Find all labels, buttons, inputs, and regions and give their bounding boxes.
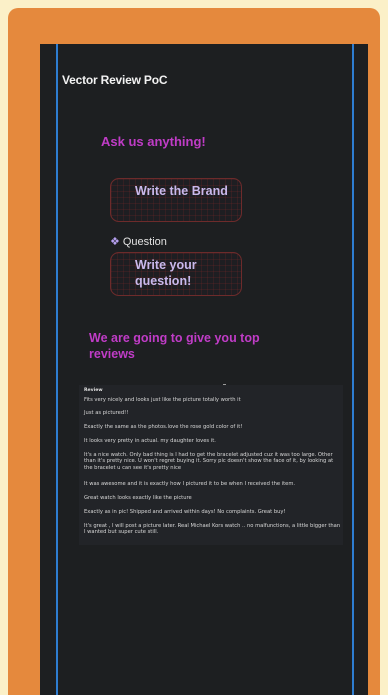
review-row: Fits very nicely and looks just like the… xyxy=(84,397,241,403)
question-input-text: Write your question! xyxy=(135,258,197,288)
question-label-text: Question xyxy=(122,236,167,248)
review-row: Just as pictured!! xyxy=(84,410,129,416)
brand-input[interactable]: Write the Brand xyxy=(110,178,242,222)
review-row: It looks very pretty in actual. my daugh… xyxy=(84,438,216,444)
app-screen: Vector Review PoC Ask us anything! Write… xyxy=(40,44,368,695)
review-row: Great watch looks exactly like the pictu… xyxy=(84,495,192,501)
reviews-heading: We are going to give you top reviews xyxy=(89,331,260,361)
review-row: It was awesome and it is exactly how I p… xyxy=(84,481,296,487)
diamond-icon: ❖ xyxy=(110,235,120,248)
review-row: Exactly the same as the photos.love the … xyxy=(84,424,243,430)
question-label: ❖ Question xyxy=(110,236,167,248)
app-title: Vector Review PoC xyxy=(62,73,168,87)
question-input[interactable]: Write your question! xyxy=(110,252,242,296)
reviews-table: Review Fits very nicely and looks just l… xyxy=(79,385,343,545)
review-row: Exactly as in pic! Shipped and arrived w… xyxy=(84,509,286,515)
left-guide-line xyxy=(56,44,58,695)
ask-heading: Ask us anything! xyxy=(101,134,206,149)
review-row: It's a nice watch. Only bad thing is I h… xyxy=(84,452,334,471)
right-guide-line xyxy=(352,44,354,695)
review-row: It's great , I will post a picture later… xyxy=(84,523,341,536)
reviews-header: Review xyxy=(84,388,103,393)
brand-input-text: Write the Brand xyxy=(135,184,228,198)
